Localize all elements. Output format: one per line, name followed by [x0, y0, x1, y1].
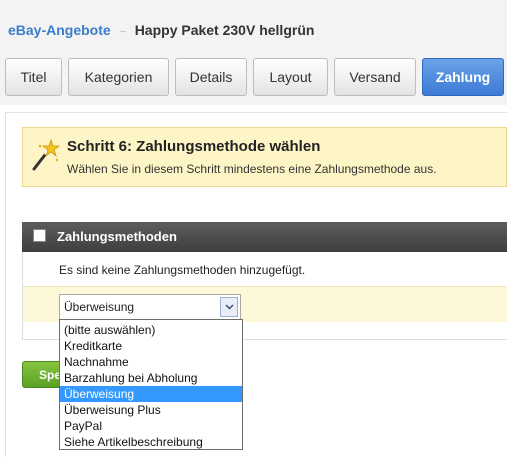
option-barzahlung[interactable]: Barzahlung bei Abholung	[60, 370, 242, 386]
payment-methods-title: Zahlungsmethoden	[57, 229, 177, 244]
payment-method-dropdown-list: (bitte auswählen) Kreditkarte Nachnahme …	[59, 319, 243, 450]
tab-details[interactable]: Details	[175, 58, 247, 96]
breadcrumb-link-ebay-offers[interactable]: eBay-Angebote	[8, 22, 111, 38]
tab-kategorien[interactable]: Kategorien	[68, 58, 169, 96]
option-bitte-auswaehlen[interactable]: (bitte auswählen)	[60, 322, 242, 338]
step-title: Schritt 6: Zahlungsmethode wählen	[67, 138, 321, 155]
breadcrumb-separator-icon: ←	[118, 25, 128, 35]
tab-titel[interactable]: Titel	[5, 58, 62, 96]
option-ueberweisung-plus[interactable]: Überweisung Plus	[60, 402, 242, 418]
empty-message: Es sind keine Zahlungsmethoden hinzugefü…	[59, 263, 306, 277]
option-ueberweisung[interactable]: Überweisung	[60, 386, 242, 402]
option-nachnahme[interactable]: Nachnahme	[60, 354, 242, 370]
tab-versand[interactable]: Versand	[334, 58, 416, 96]
tab-layout[interactable]: Layout	[253, 58, 328, 96]
tab-bar: Titel Kategorien Details Layout Versand …	[5, 58, 504, 96]
select-all-checkbox[interactable]	[33, 229, 46, 242]
payment-method-select[interactable]: Überweisung	[59, 294, 241, 320]
select-value: Überweisung	[64, 300, 135, 314]
option-kreditkarte[interactable]: Kreditkarte	[60, 338, 242, 354]
option-paypal[interactable]: PayPal	[60, 418, 242, 434]
magic-wand-icon	[30, 138, 61, 172]
tab-zahlung[interactable]: Zahlung	[422, 58, 504, 96]
chevron-down-icon[interactable]	[220, 297, 238, 317]
info-box	[22, 127, 507, 187]
page-title: Happy Paket 230V hellgrün	[134, 22, 315, 38]
step-description: Wählen Sie in diesem Schritt mindestens …	[67, 162, 437, 176]
option-siehe-artikelbeschreibung[interactable]: Siehe Artikelbeschreibung	[60, 434, 242, 450]
breadcrumb: eBay-Angebote ← Happy Paket 230V hellgrü…	[8, 22, 314, 38]
save-button-label: Spe	[39, 367, 62, 382]
